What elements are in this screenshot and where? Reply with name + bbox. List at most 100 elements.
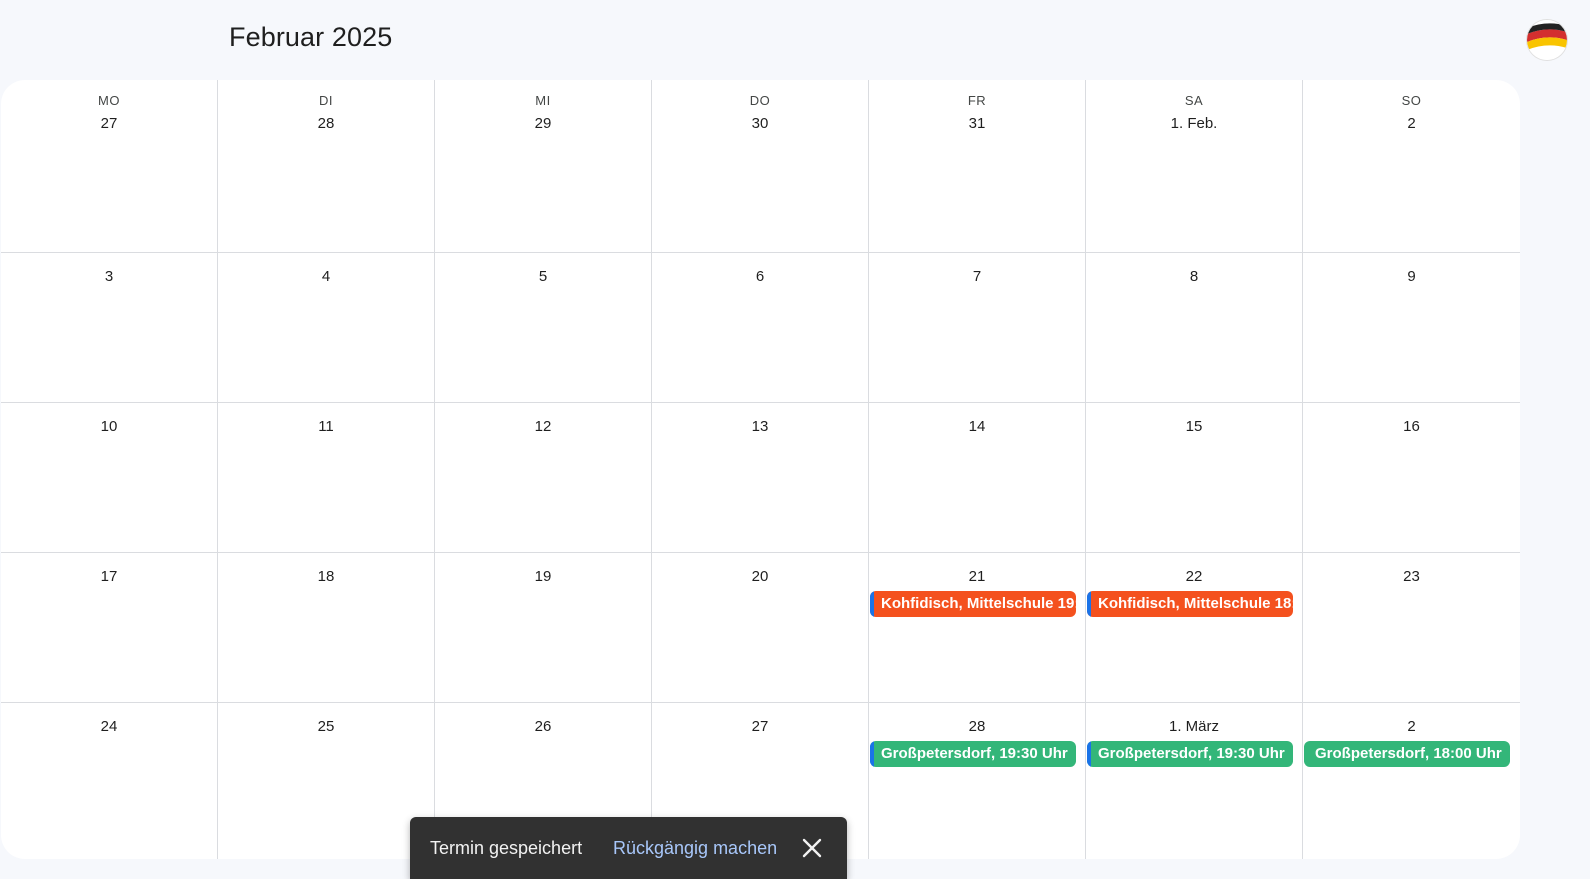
profile-avatar[interactable] <box>1527 20 1567 60</box>
flag-avatar-icon <box>1527 20 1567 60</box>
day-number[interactable]: 1. Feb. <box>1086 115 1302 132</box>
day-cell[interactable]: 3 <box>1 253 218 402</box>
day-number[interactable]: 6 <box>652 268 868 285</box>
day-number[interactable]: 11 <box>218 418 434 435</box>
day-cell[interactable]: 11 <box>218 403 435 552</box>
day-cell[interactable]: SO 2 <box>1303 80 1520 252</box>
day-cell[interactable]: SA 1. Feb. <box>1086 80 1303 252</box>
month-title: Februar 2025 <box>229 22 393 52</box>
day-cell[interactable]: 15 <box>1086 403 1303 552</box>
day-number[interactable]: 27 <box>1 115 217 132</box>
weekday-label: SO <box>1401 93 1422 108</box>
day-cell[interactable]: MO 27 <box>1 80 218 252</box>
day-cell[interactable]: 6 <box>652 253 869 402</box>
event-accent-bar <box>1087 591 1091 617</box>
day-cell[interactable]: DI 28 <box>218 80 435 252</box>
day-number[interactable]: 2 <box>1303 718 1520 735</box>
day-cell[interactable]: 25 <box>218 703 435 859</box>
day-cell[interactable]: 1. März Großpetersdorf, 19:30 Uhr <box>1086 703 1303 859</box>
day-number[interactable]: 19 <box>435 568 651 585</box>
day-number[interactable]: 12 <box>435 418 651 435</box>
day-cell[interactable]: 20 <box>652 553 869 702</box>
day-number[interactable]: 25 <box>218 718 434 735</box>
weekday-label: SA <box>1184 93 1204 108</box>
week-row: 10 11 12 13 14 15 16 <box>1 403 1520 553</box>
day-cell[interactable]: 13 <box>652 403 869 552</box>
event-chip[interactable]: Kohfidisch, Mittelschule 19:30 Uhr <box>870 591 1076 617</box>
day-number[interactable]: 28 <box>869 718 1085 735</box>
day-cell[interactable]: 17 <box>1 553 218 702</box>
day-cell[interactable]: 10 <box>1 403 218 552</box>
weekday-label: DO <box>749 93 771 108</box>
day-number[interactable]: 18 <box>218 568 434 585</box>
day-number[interactable]: 22 <box>1086 568 1302 585</box>
day-number[interactable]: 24 <box>1 718 217 735</box>
day-cell[interactable]: MI 29 <box>435 80 652 252</box>
week-row: MO 27 DI 28 MI 29 DO 30 FR 31 SA 1. Feb.… <box>1 80 1520 253</box>
day-cell[interactable]: 8 <box>1086 253 1303 402</box>
day-cell[interactable]: FR 31 <box>869 80 1086 252</box>
undo-button[interactable]: Rückgängig machen <box>613 838 777 859</box>
event-title: Kohfidisch, Mittelschule 19:30 Uhr <box>881 595 1076 612</box>
weekday-label: MO <box>98 93 120 108</box>
day-cell[interactable]: 23 <box>1303 553 1520 702</box>
day-number[interactable]: 20 <box>652 568 868 585</box>
day-number[interactable]: 4 <box>218 268 434 285</box>
event-title: Großpetersdorf, 19:30 Uhr <box>881 745 1068 762</box>
day-number[interactable]: 2 <box>1303 115 1520 132</box>
event-title: Kohfidisch, Mittelschule 18:00 Uhr <box>1098 595 1293 612</box>
day-number[interactable]: 29 <box>435 115 651 132</box>
day-number[interactable]: 1. März <box>1086 718 1302 735</box>
day-number[interactable]: 15 <box>1086 418 1302 435</box>
weekday-label: FR <box>967 93 987 108</box>
day-cell[interactable]: 28 Großpetersdorf, 19:30 Uhr <box>869 703 1086 859</box>
week-row: 17 18 19 20 21 Kohfidisch, Mittelschule … <box>1 553 1520 703</box>
weekday-label: DI <box>319 93 333 108</box>
day-cell[interactable]: 9 <box>1303 253 1520 402</box>
day-cell[interactable]: 12 <box>435 403 652 552</box>
day-cell[interactable]: 4 <box>218 253 435 402</box>
event-chip[interactable]: Kohfidisch, Mittelschule 18:00 Uhr <box>1087 591 1293 617</box>
day-number[interactable]: 30 <box>652 115 868 132</box>
event-chip[interactable]: Großpetersdorf, 18:00 Uhr <box>1304 741 1510 767</box>
event-title: Großpetersdorf, 19:30 Uhr <box>1098 745 1285 762</box>
day-number[interactable]: 21 <box>869 568 1085 585</box>
day-cell[interactable]: 5 <box>435 253 652 402</box>
day-cell[interactable]: DO 30 <box>652 80 869 252</box>
day-number[interactable]: 8 <box>1086 268 1302 285</box>
event-accent-bar <box>1087 741 1091 767</box>
event-accent-bar <box>870 741 874 767</box>
day-number[interactable]: 23 <box>1303 568 1520 585</box>
day-number[interactable]: 14 <box>869 418 1085 435</box>
snackbar-message: Termin gespeichert <box>430 838 583 858</box>
close-icon[interactable] <box>798 834 826 862</box>
day-number[interactable]: 5 <box>435 268 651 285</box>
day-cell[interactable]: 22 Kohfidisch, Mittelschule 18:00 Uhr <box>1086 553 1303 702</box>
day-number[interactable]: 27 <box>652 718 868 735</box>
event-accent-bar <box>870 591 874 617</box>
day-cell[interactable]: 16 <box>1303 403 1520 552</box>
day-number[interactable]: 7 <box>869 268 1085 285</box>
day-cell[interactable]: 24 <box>1 703 218 859</box>
day-cell[interactable]: 14 <box>869 403 1086 552</box>
day-number[interactable]: 17 <box>1 568 217 585</box>
day-number[interactable]: 13 <box>652 418 868 435</box>
day-number[interactable]: 16 <box>1303 418 1520 435</box>
day-number[interactable]: 3 <box>1 268 217 285</box>
day-number[interactable]: 10 <box>1 418 217 435</box>
month-grid: MO 27 DI 28 MI 29 DO 30 FR 31 SA 1. Feb.… <box>1 80 1520 859</box>
event-chip[interactable]: Großpetersdorf, 19:30 Uhr <box>1087 741 1293 767</box>
snackbar: Termin gespeichert Rückgängig machen <box>410 817 847 879</box>
day-cell[interactable]: 21 Kohfidisch, Mittelschule 19:30 Uhr <box>869 553 1086 702</box>
day-cell[interactable]: 18 <box>218 553 435 702</box>
day-number[interactable]: 26 <box>435 718 651 735</box>
day-cell[interactable]: 7 <box>869 253 1086 402</box>
day-cell[interactable]: 19 <box>435 553 652 702</box>
day-cell[interactable]: 2 Großpetersdorf, 18:00 Uhr <box>1303 703 1520 859</box>
day-number[interactable]: 28 <box>218 115 434 132</box>
week-row: 3 4 5 6 7 8 9 <box>1 253 1520 403</box>
event-chip[interactable]: Großpetersdorf, 19:30 Uhr <box>870 741 1076 767</box>
event-title: Großpetersdorf, 18:00 Uhr <box>1315 745 1502 762</box>
day-number[interactable]: 31 <box>869 115 1085 132</box>
day-number[interactable]: 9 <box>1303 268 1520 285</box>
